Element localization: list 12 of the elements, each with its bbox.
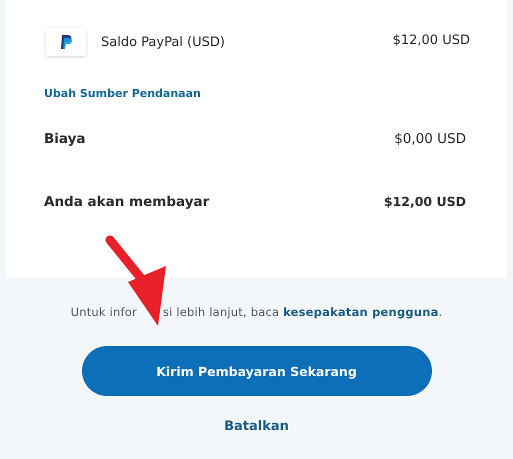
send-payment-button[interactable]: Kirim Pembayaran Sekarang	[82, 346, 432, 396]
cancel-link[interactable]: Batalkan	[224, 419, 289, 434]
user-agreement-link[interactable]: kesepakatan pengguna	[283, 305, 439, 319]
change-funding-link[interactable]: Ubah Sumber Pendanaan	[44, 87, 201, 100]
summary-label: Anda akan membayar	[44, 194, 210, 210]
funding-amount: $12,00 USD	[392, 32, 470, 50]
info-text: si lebih lanjut, baca kesepakatan pengguna.	[162, 305, 442, 319]
summary-value: $0,00 USD	[394, 130, 466, 146]
funding-source-name: Saldo PayPal (USD)	[101, 34, 225, 50]
info-text: Untuk infor	[70, 305, 137, 319]
summary-label: Biaya	[44, 130, 86, 146]
summary-value: $12,00 USD	[384, 194, 466, 209]
